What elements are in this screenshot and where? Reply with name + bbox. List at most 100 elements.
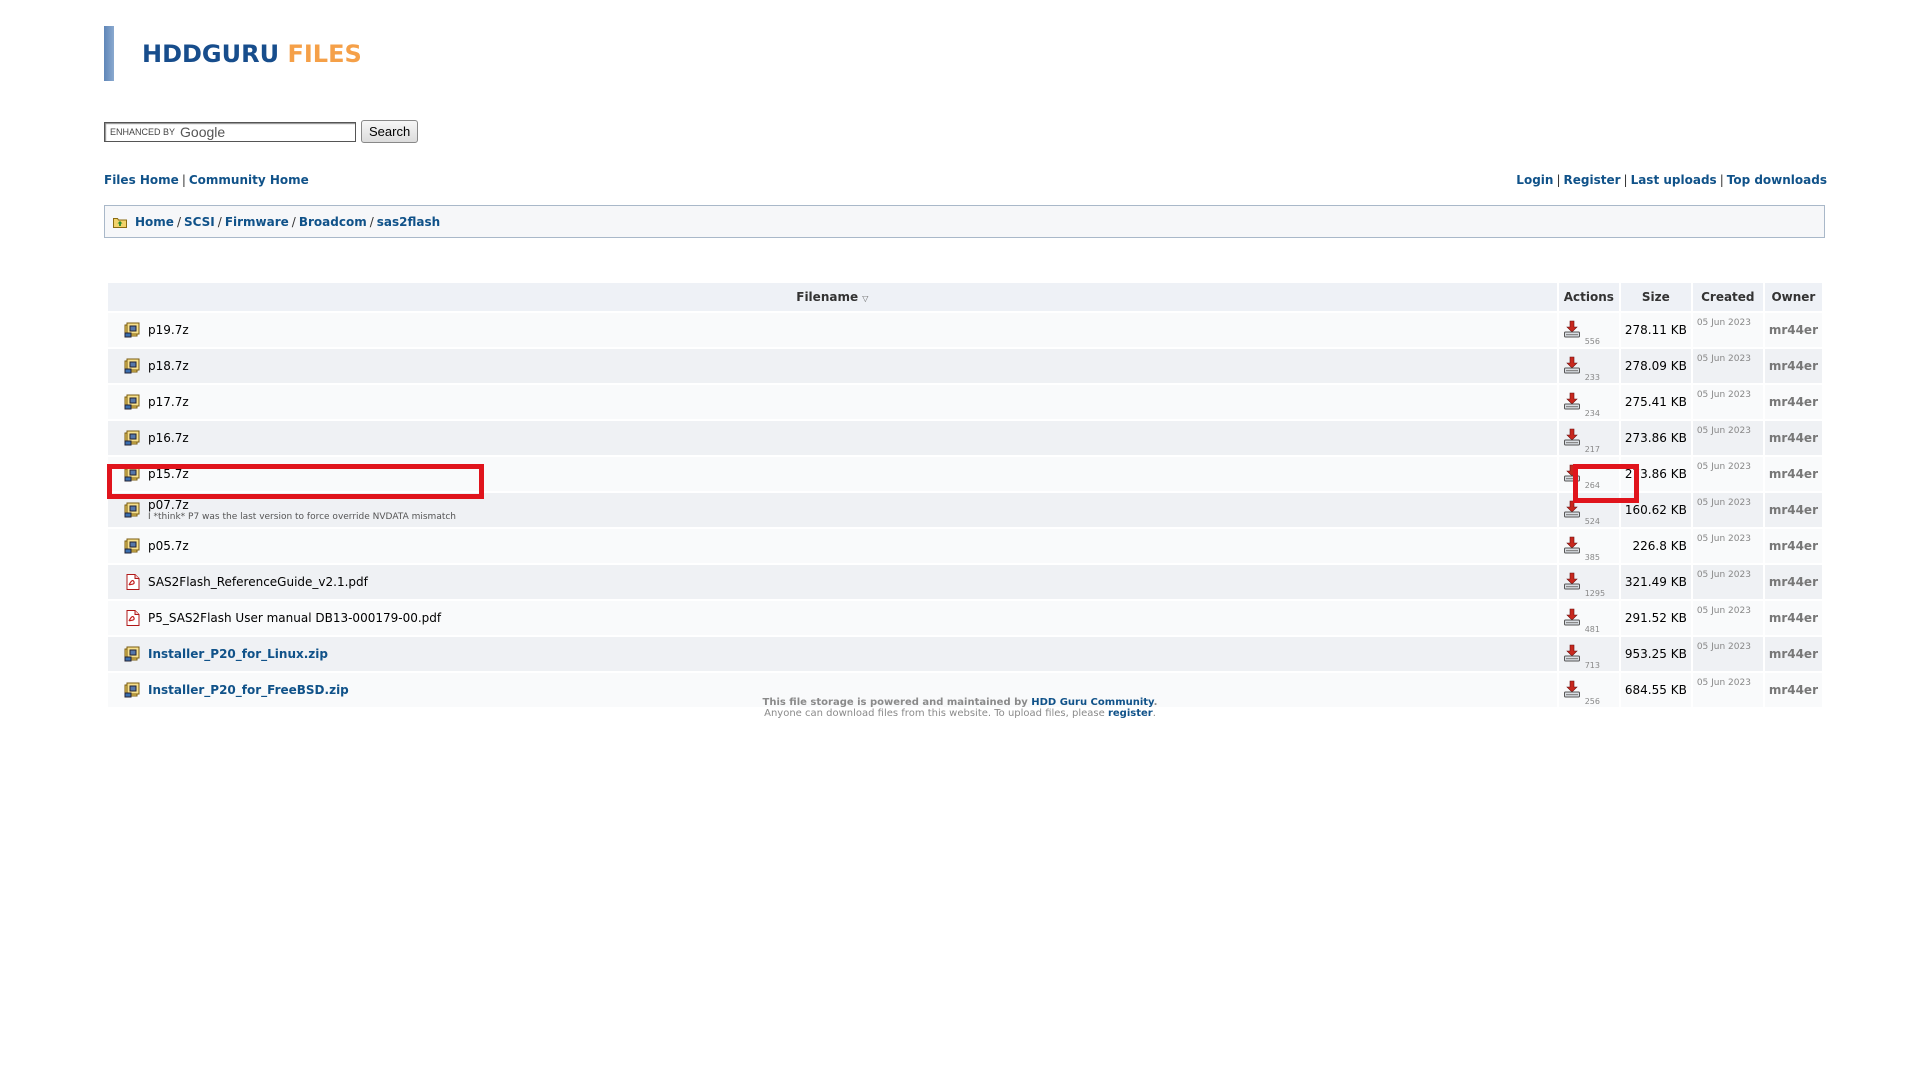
filename-cell: p19.7z [108,313,1557,347]
file-owner[interactable]: mr44er [1764,493,1822,527]
table-row: P5_SAS2Flash User manual DB13-000179-00.… [108,601,1822,635]
archive-file-icon [124,358,140,374]
download-count: 1295 [1584,588,1606,598]
file-created: 05 Jun 2023 [1692,601,1763,635]
nav-community-home[interactable]: Community Home [189,173,309,187]
download-button[interactable]: 385 [1563,536,1600,562]
file-size: 226.8 KB [1620,529,1691,563]
nav-separator: | [1623,173,1628,187]
download-icon [1563,536,1581,557]
download-button[interactable]: 1295 [1563,572,1605,598]
file-created: 05 Jun 2023 [1692,493,1763,527]
download-button[interactable]: 233 [1563,356,1600,382]
header-filename[interactable]: Filename ▽ [108,283,1557,311]
filename-cell: p16.7z [108,421,1557,455]
download-count: 556 [1584,336,1600,346]
nav-login[interactable]: Login [1516,173,1553,187]
search-input[interactable]: ENHANCED BY Google [104,121,356,142]
file-owner[interactable]: mr44er [1764,385,1822,419]
file-name-link[interactable]: p16.7z [148,431,189,445]
file-name-link[interactable]: p17.7z [148,395,189,409]
logo-text-files: FILES [287,40,362,68]
file-owner[interactable]: mr44er [1764,421,1822,455]
file-size: 278.09 KB [1620,349,1691,383]
file-size: 291.52 KB [1620,601,1691,635]
breadcrumb-scsi[interactable]: SCSI [184,215,215,229]
breadcrumb-separator: / [291,214,296,229]
file-description: I *think* P7 was the last version to for… [148,512,457,522]
breadcrumb-sas2flash[interactable]: sas2flash [377,215,440,229]
download-icon [1563,644,1581,665]
nav-right: Login | Register | Last uploads | Top download… [1516,173,1827,187]
actions-cell: 556 [1558,313,1619,347]
file-created: 05 Jun 2023 [1692,565,1763,599]
file-owner[interactable]: mr44er [1764,349,1822,383]
breadcrumb-firmware[interactable]: Firmware [225,215,289,229]
nav-register[interactable]: Register [1563,173,1620,187]
archive-file-icon [124,502,140,518]
header-size[interactable]: Size [1620,283,1691,311]
nav-separator: | [181,173,186,187]
header-actions: Actions [1558,283,1619,311]
nav-left: Files Home | Community Home [104,173,309,187]
filename-cell: Installer_P20_for_Linux.zip [108,637,1557,671]
table-row: Installer_P20_for_Linux.zip 713 953.25 KB 0… [108,637,1822,671]
file-owner[interactable]: mr44er [1764,565,1822,599]
filename-cell: p18.7z [108,349,1557,383]
table-row: p19.7z 556 278.11 KB 05 Jun 2023 mr44er [108,313,1822,347]
download-icon [1563,356,1581,377]
file-created: 05 Jun 2023 [1692,421,1763,455]
nav-top-downloads[interactable]: Top downloads [1727,173,1827,187]
download-button[interactable]: 713 [1563,644,1600,670]
file-owner[interactable]: mr44er [1764,637,1822,671]
file-name-link[interactable]: p19.7z [148,323,189,337]
breadcrumb: Home / SCSI / Firmware / Broadcom / sas2flash [104,205,1825,238]
download-icon [1563,320,1581,341]
file-name-link[interactable]: p18.7z [148,359,189,373]
table-row: p18.7z 233 278.09 KB 05 Jun 2023 mr44er [108,349,1822,383]
actions-cell: 233 [1558,349,1619,383]
footer: This file storage is powered and maintai… [0,697,1920,719]
pdf-file-icon [126,610,140,626]
breadcrumb-broadcom[interactable]: Broadcom [299,215,367,229]
site-logo[interactable]: HDDGURU FILES [104,26,404,82]
breadcrumb-separator: / [217,214,222,229]
header-created[interactable]: Created [1692,283,1763,311]
file-name-link[interactable]: SAS2Flash_ReferenceGuide_v2.1.pdf [148,575,368,589]
footer-register-link[interactable]: register [1108,708,1153,719]
file-owner[interactable]: mr44er [1764,529,1822,563]
file-name-link[interactable]: P5_SAS2Flash User manual DB13-000179-00.… [148,611,441,625]
search-google-logo: Google [180,123,226,140]
file-created: 05 Jun 2023 [1692,349,1763,383]
file-name-link[interactable]: p07.7z [148,498,189,512]
download-button[interactable]: 234 [1563,392,1600,418]
nav-separator: | [1556,173,1561,187]
archive-file-icon [124,394,140,410]
download-button[interactable]: 481 [1563,608,1600,634]
header-owner[interactable]: Owner [1764,283,1822,311]
download-count: 713 [1584,660,1600,670]
file-created: 05 Jun 2023 [1692,313,1763,347]
file-name-link[interactable]: Installer_P20_for_Linux.zip [148,647,328,661]
file-created: 05 Jun 2023 [1692,457,1763,491]
search-button[interactable]: Search [361,120,419,143]
nav-last-uploads[interactable]: Last uploads [1631,173,1717,187]
download-button[interactable]: 217 [1563,428,1600,454]
download-count: 233 [1584,372,1600,382]
file-name-link[interactable]: p05.7z [148,539,189,553]
footer-text: . [1153,697,1158,708]
folder-up-icon[interactable] [113,216,127,228]
file-created: 05 Jun 2023 [1692,637,1763,671]
download-icon [1563,392,1581,413]
nav-files-home[interactable]: Files Home [104,173,179,187]
file-size: 953.25 KB [1620,637,1691,671]
breadcrumb-home[interactable]: Home [135,215,174,229]
download-button[interactable]: 556 [1563,320,1600,346]
pdf-file-icon [126,574,140,590]
file-owner[interactable]: mr44er [1764,457,1822,491]
file-owner[interactable]: mr44er [1764,601,1822,635]
file-name-link[interactable]: Installer_P20_for_FreeBSD.zip [148,683,349,697]
file-owner[interactable]: mr44er [1764,313,1822,347]
table-row: p17.7z 234 275.41 KB 05 Jun 2023 mr44er [108,385,1822,419]
footer-community-link[interactable]: HDD Guru Community [1031,697,1153,708]
